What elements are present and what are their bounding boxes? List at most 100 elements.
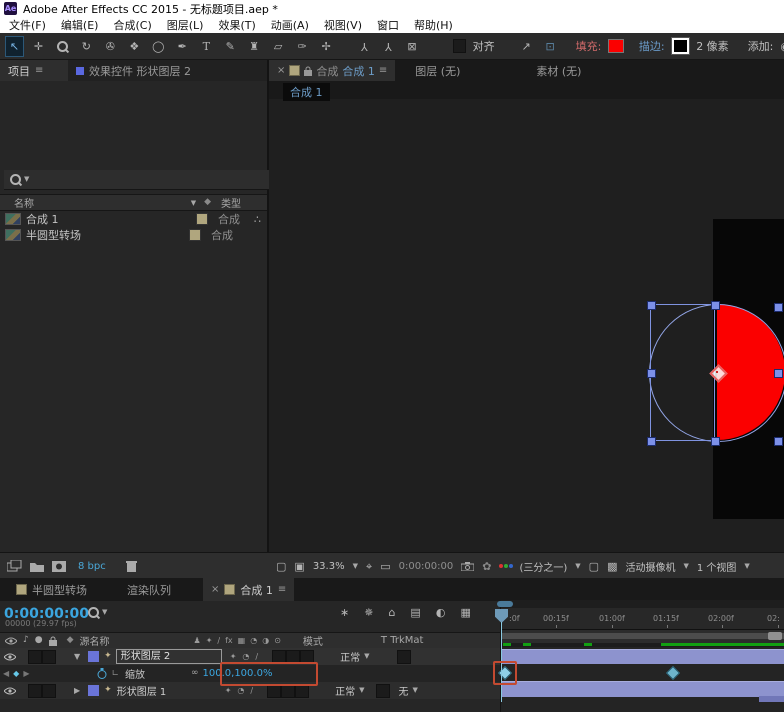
graph-icon[interactable]: ∟ — [111, 669, 119, 679]
frame-blend-icon[interactable]: ▤ — [410, 607, 420, 618]
motion-blur-icon[interactable]: ◐ — [436, 607, 446, 618]
menu-item-window[interactable]: 窗口 — [377, 17, 399, 33]
axis-world-icon[interactable]: Y — [380, 37, 397, 56]
current-keyframe-icon[interactable]: ◆ — [13, 669, 19, 678]
audio-cell[interactable] — [28, 649, 42, 664]
tab-footage[interactable]: 素材 (无) — [528, 60, 589, 81]
channel-icon[interactable] — [499, 564, 504, 568]
puppet-pin-tool-icon[interactable]: ✢ — [318, 37, 335, 56]
project-row-semicircle[interactable]: 半圆型转场 合成 — [0, 227, 267, 243]
transparency-grid-icon[interactable]: ▩ — [607, 561, 617, 572]
label-column-icon[interactable]: ◆ — [204, 198, 211, 207]
layer-bar-shape2[interactable] — [501, 649, 784, 665]
comp-marker-button[interactable] — [768, 632, 782, 640]
sort-arrow-icon[interactable]: ▼ — [191, 199, 196, 207]
selection-handle[interactable] — [647, 437, 656, 446]
fx-switch-icon[interactable]: fx — [225, 636, 233, 645]
fx-switch-icon[interactable]: ∕ — [255, 652, 258, 661]
type-tool-icon[interactable]: T — [198, 37, 215, 56]
tab-effect-controls[interactable]: 效果控件 形状图层 2 — [68, 60, 267, 81]
tab-layer[interactable]: 图层 (无) — [407, 60, 468, 81]
eye-icon[interactable] — [4, 687, 16, 695]
tab-project[interactable]: 项目 ≡ — [0, 60, 68, 81]
stopwatch-icon[interactable] — [97, 668, 107, 679]
stroke-label[interactable]: 描边: — [639, 38, 665, 54]
axis-view-icon[interactable]: ⊠ — [404, 37, 421, 56]
stroke-width-value[interactable]: 2 像素 — [696, 38, 729, 54]
menu-item-help[interactable]: 帮助(H) — [414, 17, 453, 33]
property-name[interactable]: 缩放 — [125, 666, 145, 681]
viewer-timecode[interactable]: 0:00:00:00 — [399, 561, 454, 572]
brush-tool-icon[interactable]: ✎ — [222, 37, 239, 56]
quality-switch-icon[interactable]: ∕ — [217, 636, 220, 645]
layer-color-swatch[interactable] — [88, 685, 100, 696]
interpret-footage-icon[interactable] — [7, 560, 22, 572]
tab-render-queue[interactable]: 渲染队列 — [119, 578, 179, 601]
pen-tool-icon[interactable]: ✒ — [174, 37, 191, 56]
fill-label[interactable]: 填充: — [576, 38, 602, 54]
column-source-name[interactable]: 源名称 — [80, 633, 110, 648]
link-dimensions-icon[interactable]: ∞ — [191, 669, 199, 678]
project-item-name[interactable]: 半圆型转场 — [26, 227, 81, 243]
roto-brush-tool-icon[interactable]: ✑ — [294, 37, 311, 56]
solo-icon[interactable]: ● — [35, 636, 43, 645]
scroll-handle[interactable] — [497, 601, 513, 607]
always-preview-icon[interactable]: ▢ — [276, 561, 286, 572]
shape-tool-icon[interactable]: ◯ — [150, 37, 167, 56]
selection-handle[interactable] — [774, 437, 783, 446]
menu-item-view[interactable]: 视图(V) — [324, 17, 362, 33]
panel-menu-icon[interactable]: ≡ — [278, 584, 286, 595]
tab-composition[interactable]: × 合成 合成 1 ≡ — [269, 60, 396, 81]
draft-3d-icon[interactable]: ✵ — [364, 607, 373, 618]
panel-menu-icon[interactable]: ≡ — [35, 65, 43, 76]
timeline-hscroll[interactable] — [497, 600, 784, 608]
grid-guides-icon[interactable]: ⌖ — [366, 561, 372, 572]
eraser-tool-icon[interactable]: ▱ — [270, 37, 287, 56]
expand-arrow-icon[interactable]: ▶ — [74, 686, 80, 695]
layer-bar-shape1[interactable] — [501, 681, 784, 697]
selection-handle[interactable] — [774, 369, 783, 378]
close-icon[interactable]: × — [277, 65, 285, 76]
column-name[interactable]: 名称 — [14, 195, 34, 210]
work-area-row[interactable] — [501, 630, 784, 643]
frame-blend-switch-icon[interactable]: ▦ — [238, 636, 246, 645]
quality-switch-icon[interactable]: ◔ — [242, 652, 249, 661]
next-keyframe-icon[interactable]: ▶ — [23, 669, 29, 678]
collapse-switch-icon[interactable]: ✦ — [206, 636, 213, 645]
close-icon[interactable]: × — [211, 584, 219, 595]
camera-tool-icon[interactable]: ✇ — [102, 37, 119, 56]
selection-handle[interactable] — [774, 303, 783, 312]
quality-switch-icon[interactable]: ◔ — [237, 686, 244, 695]
axis-local-icon[interactable]: Y — [356, 37, 373, 56]
shy-switch-icon[interactable]: ♟ — [194, 636, 201, 645]
tab-semicircle-comp[interactable]: 半圆型转场 — [8, 578, 95, 601]
selection-handle[interactable] — [711, 301, 720, 310]
work-area-bar[interactable] — [501, 633, 784, 639]
adjustment-switch-icon[interactable]: ◑ — [262, 636, 269, 645]
audio-cell[interactable] — [28, 683, 42, 698]
keyframe-track[interactable] — [497, 664, 784, 681]
collapse-switch-icon[interactable]: ✦ — [230, 652, 237, 661]
resolution-caret-icon[interactable]: ▼ — [575, 562, 580, 570]
layer-name[interactable]: 形状图层 2 — [115, 649, 222, 664]
menu-item-effect[interactable]: 效果(T) — [218, 17, 255, 33]
zoom-tool-icon[interactable] — [54, 37, 71, 56]
add-shape-icon[interactable]: ◉ — [780, 41, 784, 52]
blend-mode-dropdown[interactable]: 正常 ▼ — [335, 683, 364, 699]
show-snapshot-icon[interactable]: ✿ — [482, 561, 491, 572]
motion-blur-switch-icon[interactable]: ◔ — [250, 636, 257, 645]
trkmat-dropdown[interactable]: 无 ▼ — [398, 683, 417, 699]
mask-visibility-icon[interactable]: ▭ — [380, 561, 390, 572]
menu-item-file[interactable]: 文件(F) — [9, 17, 46, 33]
menu-item-animation[interactable]: 动画(A) — [271, 17, 309, 33]
bit-depth-button[interactable]: 8 bpc — [78, 561, 106, 572]
pan-behind-tool-icon[interactable]: ❖ — [126, 37, 143, 56]
shy-layers-icon[interactable]: ⌂ — [388, 607, 395, 618]
zoom-level-dropdown[interactable]: 33.3% — [313, 561, 345, 572]
lock-icon[interactable] — [304, 66, 313, 76]
solo-cell[interactable] — [42, 649, 56, 664]
clone-stamp-tool-icon[interactable]: ♜ — [246, 37, 263, 56]
magnification-icon[interactable]: ▣ — [294, 561, 304, 572]
tab-comp1-timeline[interactable]: × 合成 1 ≡ — [203, 578, 295, 601]
collapse-switch-icon[interactable]: ✦ — [225, 686, 232, 695]
